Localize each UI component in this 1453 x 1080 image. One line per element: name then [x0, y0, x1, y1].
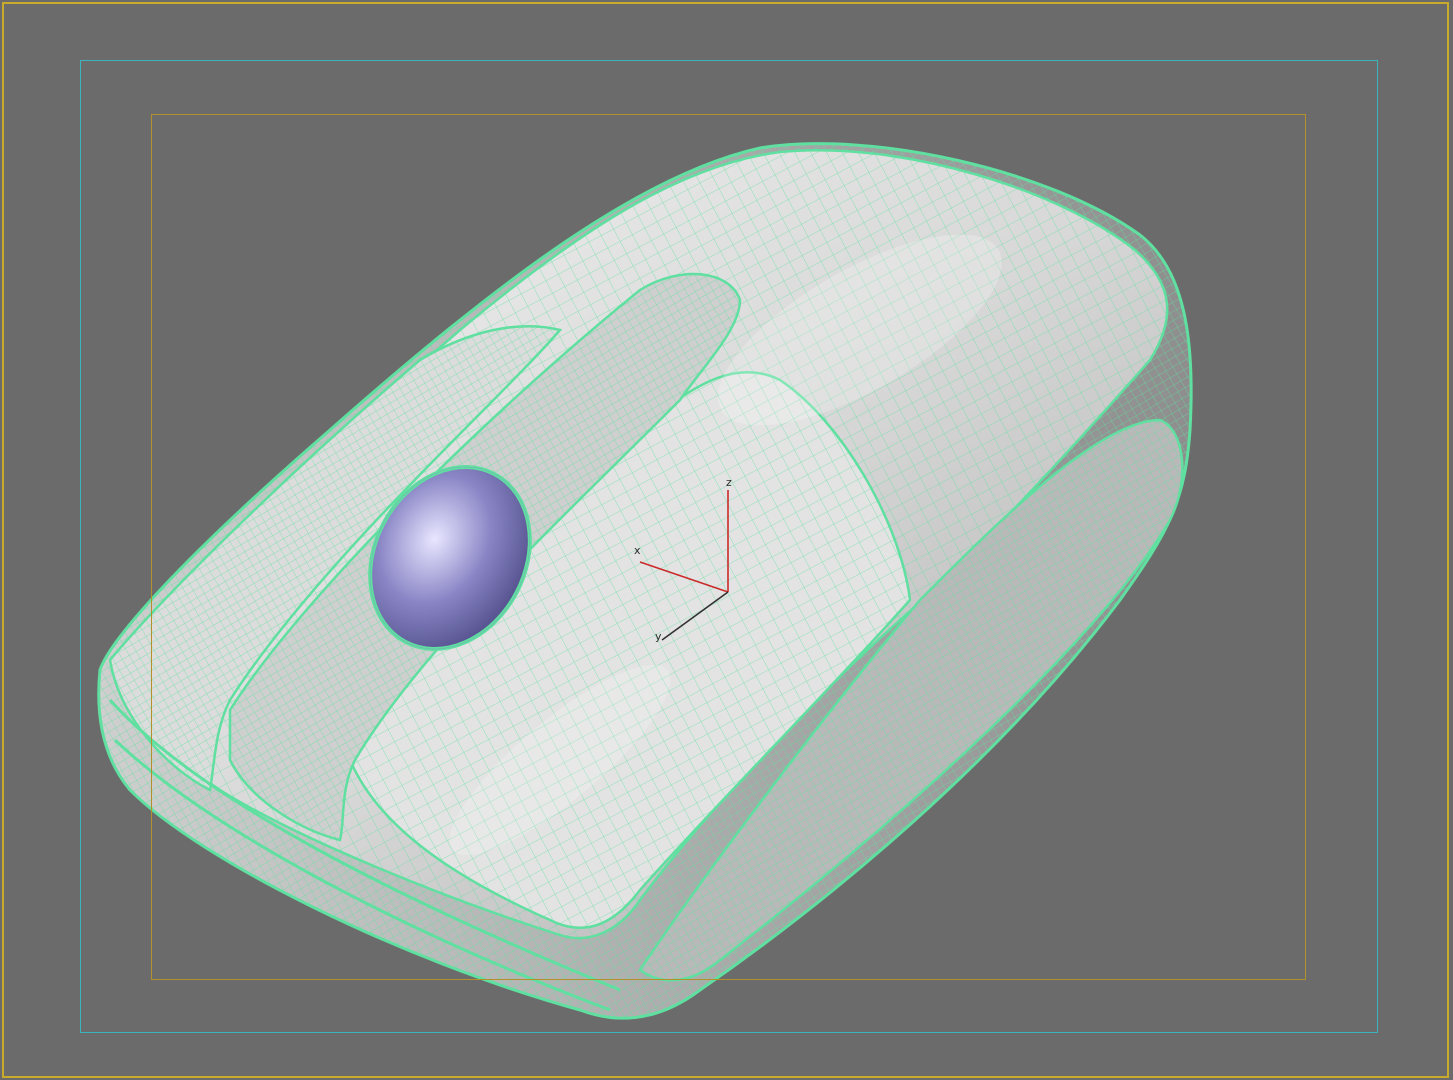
3d-viewport[interactable]: z x y: [0, 0, 1453, 1080]
gizmo-y-label: y: [655, 630, 662, 643]
gizmo-x-label: x: [634, 544, 641, 557]
gizmo-z-label: z: [726, 476, 732, 489]
mouse-model-render[interactable]: z x y: [0, 0, 1453, 1080]
